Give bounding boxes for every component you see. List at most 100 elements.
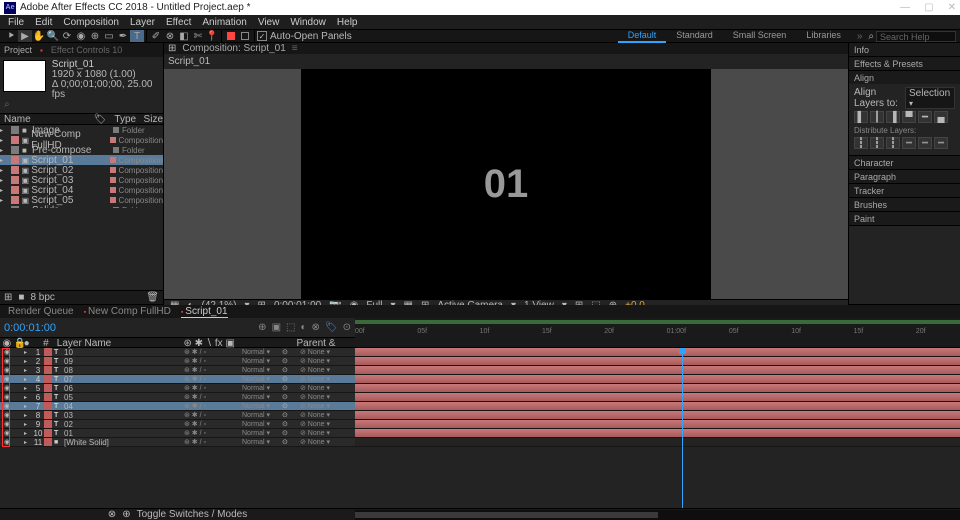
dist-6[interactable]: ┅ [934,137,948,149]
interpret-icon[interactable]: ⊞ [4,292,12,303]
project-item[interactable]: ▸▣Script_01Composition [0,155,163,165]
tl-icon[interactable]: ▣ [272,322,281,333]
tracker-panel-header[interactable]: Tracker [849,184,960,197]
project-item[interactable]: ▸▣Script_04Composition [0,185,163,195]
align-left[interactable]: ▌ [854,111,868,123]
distribute-buttons: ┇ ┇ ┇ ┅ ┅ ┅ [854,137,955,149]
orbit-tool[interactable]: ⟳ [60,30,74,42]
composition-tab[interactable]: Composition: Script_01 [182,43,285,54]
search-help-input[interactable]: Search Help [876,31,956,42]
clone-tool[interactable]: ⊗ [163,30,177,42]
roto-tool[interactable]: ✄ [191,30,205,42]
menu-help[interactable]: Help [333,17,362,28]
paragraph-panel-header[interactable]: Paragraph [849,170,960,183]
selection-tool[interactable]: ▶ [18,30,32,42]
align-right[interactable]: ▐ [886,111,900,123]
tl-icon[interactable]: ⊙ [343,322,351,333]
project-item[interactable]: ▸▣Script_05Composition [0,195,163,205]
project-item[interactable]: ▸▣Script_02Composition [0,165,163,175]
type-tool[interactable]: T [130,30,144,42]
fill-color[interactable] [224,30,238,42]
close-button[interactable]: ✕ [948,3,956,13]
tl-icon[interactable]: ◐ [300,322,306,333]
project-item[interactable]: ▸▣Script_03Composition [0,175,163,185]
project-item[interactable]: ▸▣New Comp FullHDComposition [0,135,163,145]
tl-icon[interactable]: ⬚ [286,322,295,333]
workspace-standard[interactable]: Standard [666,29,723,43]
project-item[interactable]: ▸■Pre-composeFolder [0,145,163,155]
pen-tool[interactable]: ✒ [116,30,130,42]
align-to-dropdown[interactable]: Selection ▾ [905,87,955,109]
brushes-panel-header[interactable]: Brushes [849,198,960,211]
time-ruler[interactable]: 00f05f10f15f20f01:00f05f10f15f20f [355,318,960,338]
menu-edit[interactable]: Edit [31,17,56,28]
minimize-button[interactable]: — [900,3,910,13]
eraser-tool[interactable]: ◧ [177,30,191,42]
timeline-tab[interactable]: ▪ New Comp FullHD [84,306,171,317]
current-time[interactable]: 0:00:01:00 [4,322,56,334]
hand-tool[interactable]: ✋ [32,30,46,42]
effect-controls-tab[interactable]: Effect Controls 10 [51,45,122,55]
project-columns: Name 🏷Type Size [0,113,163,125]
align-bottom[interactable]: ▄ [934,111,948,123]
effects-presets-header[interactable]: Effects & Presets [849,57,960,70]
app-icon: Ae [4,2,16,14]
tl-icon[interactable]: 🏷 [325,322,338,333]
comp-thumbnail [3,60,46,92]
time-navigator[interactable] [355,510,960,520]
menu-file[interactable]: File [4,17,28,28]
comp-breadcrumb[interactable]: Script_01 [168,56,210,67]
project-tab[interactable]: Project [4,45,32,55]
dist-3[interactable]: ┇ [886,137,900,149]
workspace-small-screen[interactable]: Small Screen [723,29,797,43]
canvas-text: 01 [484,162,529,207]
trash-icon[interactable]: 🗑 [146,292,159,303]
tl-foot-icon[interactable]: ⊕ [122,509,130,520]
align-top[interactable]: ▀ [902,111,916,123]
character-panel-header[interactable]: Character [849,156,960,169]
menu-composition[interactable]: Composition [59,17,123,28]
rotate-tool[interactable]: ◉ [74,30,88,42]
timeline-tab[interactable]: ▪ Script_01 [181,306,228,318]
workspace-default[interactable]: Default [618,29,667,43]
viewer[interactable]: 01 [164,69,848,299]
panel-grip-icon[interactable]: ⊞ [168,43,176,54]
zoom-tool[interactable]: 🔍 [46,30,60,42]
layer-row[interactable]: ◉▸11■[White Solid]⊛ ✱ / ▫Normal ▾⊙⊘ None… [0,438,355,447]
timeline-tab[interactable]: Render Queue [8,306,74,317]
auto-open-checkbox[interactable]: ✓ [257,31,267,41]
folder-icon[interactable]: ■ [18,292,24,303]
anchor-tool[interactable]: ⊕ [88,30,102,42]
tl-foot-icon[interactable]: ⊗ [108,509,116,520]
selection-border [2,348,10,447]
dist-4[interactable]: ┅ [902,137,916,149]
align-panel-header[interactable]: Align [849,71,960,84]
info-panel-header[interactable]: Info [849,43,960,56]
align-hcenter[interactable]: ┃ [870,111,884,123]
menu-layer[interactable]: Layer [126,17,159,28]
paint-panel-header[interactable]: Paint [849,212,960,225]
tl-icon[interactable]: ⊕ [258,322,266,333]
menu-effect[interactable]: Effect [162,17,195,28]
stroke-color[interactable] [238,30,252,42]
menu-window[interactable]: Window [286,17,330,28]
maximize-button[interactable]: ▢ [924,3,933,13]
dist-5[interactable]: ┅ [918,137,932,149]
brush-tool[interactable]: ✐ [149,30,163,42]
dist-2[interactable]: ┇ [870,137,884,149]
toggle-switches-button[interactable]: Toggle Switches / Modes [137,509,248,520]
playhead[interactable] [682,348,683,508]
rect-tool[interactable]: ▭ [102,30,116,42]
home-icon[interactable]: ⯈ [4,30,18,42]
align-vcenter[interactable]: ━ [918,111,932,123]
right-panels: Info Effects & Presets Align Align Layer… [848,43,960,304]
dist-1[interactable]: ┇ [854,137,868,149]
close-tab-icon[interactable]: ▪ [40,46,43,55]
tl-icon[interactable]: ⊗ [312,322,320,333]
bpc-button[interactable]: 8 bpc [30,292,54,303]
menu-animation[interactable]: Animation [198,17,250,28]
search-icon[interactable]: ⌕ [4,99,10,110]
menu-view[interactable]: View [254,17,284,28]
puppet-tool[interactable]: 📍 [205,30,219,42]
workspace-libraries[interactable]: Libraries [796,29,851,43]
